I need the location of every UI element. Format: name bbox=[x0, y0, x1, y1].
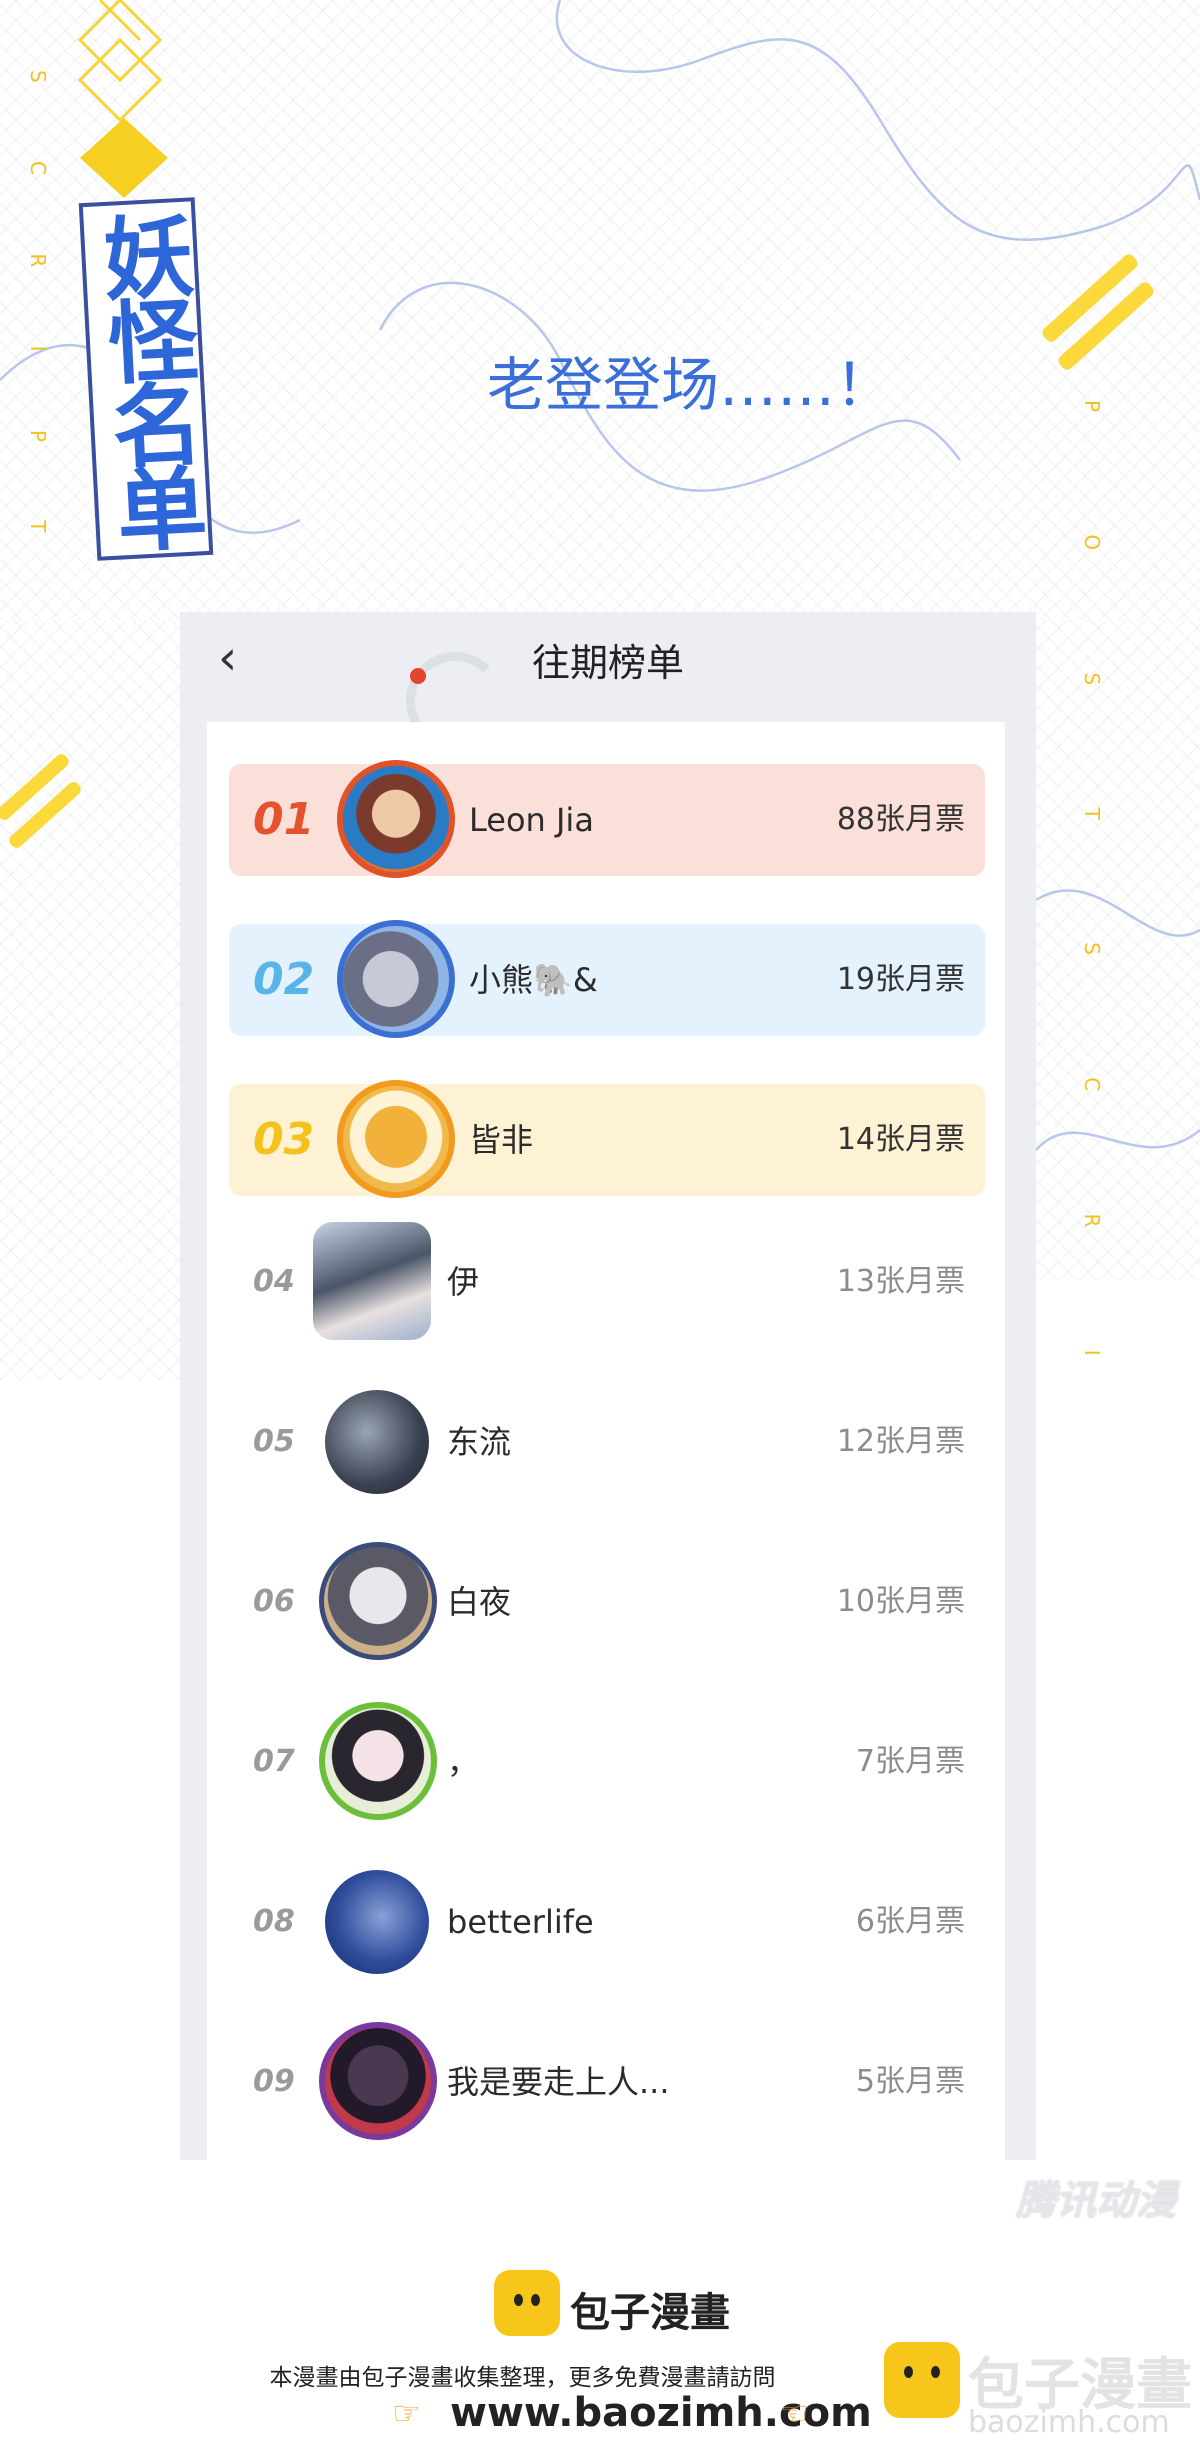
ranking-row-3[interactable]: 03 皆非 14张月票 bbox=[229, 1080, 985, 1198]
avatar[interactable] bbox=[325, 1390, 429, 1494]
corner-url: baozimh.com bbox=[968, 2405, 1170, 2440]
pointing-hand-right-icon: ☞ bbox=[392, 2394, 421, 2432]
avatar[interactable] bbox=[319, 1542, 437, 1660]
vote-count: 7张月票 bbox=[855, 1744, 965, 1779]
user-name: 东流 bbox=[447, 1423, 512, 1461]
rank-number: 09 bbox=[253, 2064, 295, 2099]
avatar[interactable] bbox=[319, 1702, 437, 1820]
user-name: 小熊🐘& bbox=[469, 961, 598, 999]
rank-number: 04 bbox=[253, 1264, 295, 1299]
user-name: betterlife bbox=[447, 1903, 594, 1941]
side-text-right: P O S T S C R I bbox=[1080, 400, 1104, 1414]
vote-count: 12张月票 bbox=[836, 1424, 965, 1459]
avatar[interactable] bbox=[337, 1080, 455, 1198]
rank-number: 03 bbox=[253, 1114, 315, 1165]
ranking-row-6[interactable]: 06 白夜 10张月票 bbox=[229, 1542, 985, 1660]
ranking-row-4[interactable]: 04 伊 13张月票 bbox=[229, 1222, 985, 1340]
tencent-comic-watermark: 腾讯动漫 bbox=[1016, 2178, 1176, 2224]
rank-number: 06 bbox=[253, 1584, 295, 1619]
vote-count: 19张月票 bbox=[836, 962, 965, 997]
vote-count: 6张月票 bbox=[855, 1904, 965, 1939]
red-dot-decoration bbox=[410, 668, 426, 684]
avatar[interactable] bbox=[313, 1222, 431, 1340]
vote-count: 13张月票 bbox=[836, 1264, 965, 1299]
ranking-row-2[interactable]: 02 小熊🐘& 19张月票 bbox=[229, 920, 985, 1038]
pointing-hand-left-icon: ☜ bbox=[780, 2394, 809, 2432]
rank-number: 05 bbox=[253, 1424, 295, 1459]
side-text-left: S C R I P T bbox=[26, 70, 50, 569]
screen-header: ‹ 往期榜单 bbox=[180, 612, 1036, 750]
user-name: 白夜 bbox=[447, 1583, 512, 1621]
rank-number: 08 bbox=[253, 1904, 295, 1939]
ranking-row-7[interactable]: 07 ， 7张月票 bbox=[229, 1702, 985, 1820]
user-name: 皆非 bbox=[469, 1121, 534, 1159]
baozi-corner-logo-icon bbox=[884, 2342, 960, 2418]
footer-brand: 包子漫畫 bbox=[570, 2290, 730, 2336]
user-name: 我是要走上人... bbox=[447, 2063, 670, 2101]
vote-count: 5张月票 bbox=[855, 2064, 965, 2099]
ranking-row-1[interactable]: 01 Leon Jia 88张月票 bbox=[229, 760, 985, 878]
vote-count: 88张月票 bbox=[836, 802, 965, 837]
ranking-row-5[interactable]: 05 东流 12张月票 bbox=[229, 1386, 985, 1498]
ranking-screen: ‹ 往期榜单 01 Leon Jia 88张月票 02 小熊🐘& 19张月票 0… bbox=[180, 612, 1036, 2160]
baozi-logo-icon bbox=[494, 2270, 560, 2336]
avatar[interactable] bbox=[319, 2022, 437, 2140]
vote-count: 10张月票 bbox=[836, 1584, 965, 1619]
avatar[interactable] bbox=[325, 1870, 429, 1974]
headline-text: 老登登场……！ bbox=[486, 351, 893, 419]
ranking-row-8[interactable]: 08 betterlife 6张月票 bbox=[229, 1866, 985, 1978]
page-title: 往期榜单 bbox=[531, 641, 684, 685]
vote-count: 14张月票 bbox=[836, 1122, 965, 1157]
user-name: 伊 bbox=[447, 1263, 480, 1301]
user-name: ， bbox=[447, 1743, 480, 1781]
ranking-list: 01 Leon Jia 88张月票 02 小熊🐘& 19张月票 03 皆非 14… bbox=[207, 722, 1005, 2160]
rank-number: 07 bbox=[253, 1744, 295, 1779]
user-name: Leon Jia bbox=[469, 801, 594, 839]
footer-note-text: 本漫畫由包子漫畫收集整理，更多免費漫畫請訪問 bbox=[269, 2365, 776, 2391]
avatar[interactable] bbox=[337, 760, 455, 878]
avatar[interactable] bbox=[337, 920, 455, 1038]
rank-number: 01 bbox=[253, 794, 315, 845]
rank-number: 02 bbox=[253, 954, 315, 1005]
ranking-row-9[interactable]: 09 我是要走上人... 5张月票 bbox=[229, 2022, 985, 2140]
headline: 老登登场……！ bbox=[0, 338, 1200, 422]
